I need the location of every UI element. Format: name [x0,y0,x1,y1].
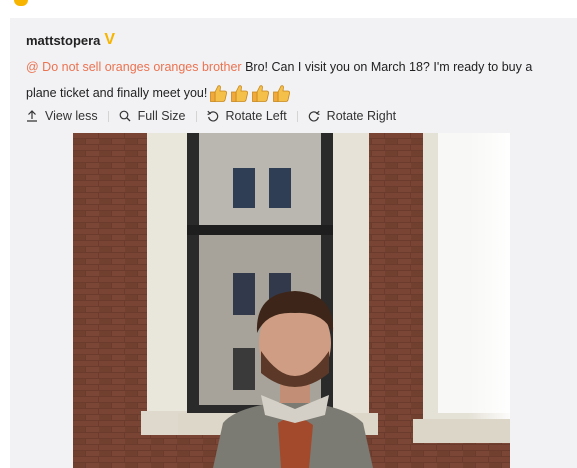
image-toolbar: View less Full Size Rotate Left Rotate R… [26,108,396,124]
full-size-label: Full Size [137,109,186,123]
rotate-right-icon [308,110,320,122]
divider [107,110,109,122]
photo-image [73,133,510,468]
view-less-label: View less [45,109,98,123]
post-author[interactable]: mattstopera V [26,32,115,48]
thumbs-up-icon [250,83,271,104]
thumbs-up-icon [208,83,229,104]
magnifier-icon [119,110,131,122]
view-less-button[interactable]: View less [26,109,98,123]
rotate-right-button[interactable]: Rotate Right [308,109,396,123]
rotate-left-icon [206,110,218,122]
post-photo[interactable] [73,133,510,468]
divider [296,110,298,122]
thumbs-up-icon [271,83,292,104]
comment-card: mattstopera V @ Do not sell oranges oran… [10,18,577,468]
collapse-up-icon [27,110,37,122]
top-bar [0,0,577,18]
mention-link[interactable]: @ Do not sell oranges oranges brother [26,60,242,74]
verified-icon: V [104,31,116,48]
rotate-right-label: Rotate Right [326,109,397,123]
thumbs-up-icon [229,83,250,104]
rotate-left-button[interactable]: Rotate Left [206,109,287,123]
divider [195,110,197,122]
username-label[interactable]: mattstopera [26,33,100,48]
rotate-left-label: Rotate Left [225,109,287,123]
full-size-button[interactable]: Full Size [119,109,186,123]
post-message: @ Do not sell oranges oranges brother Br… [26,54,554,106]
emoji-group [208,83,292,104]
